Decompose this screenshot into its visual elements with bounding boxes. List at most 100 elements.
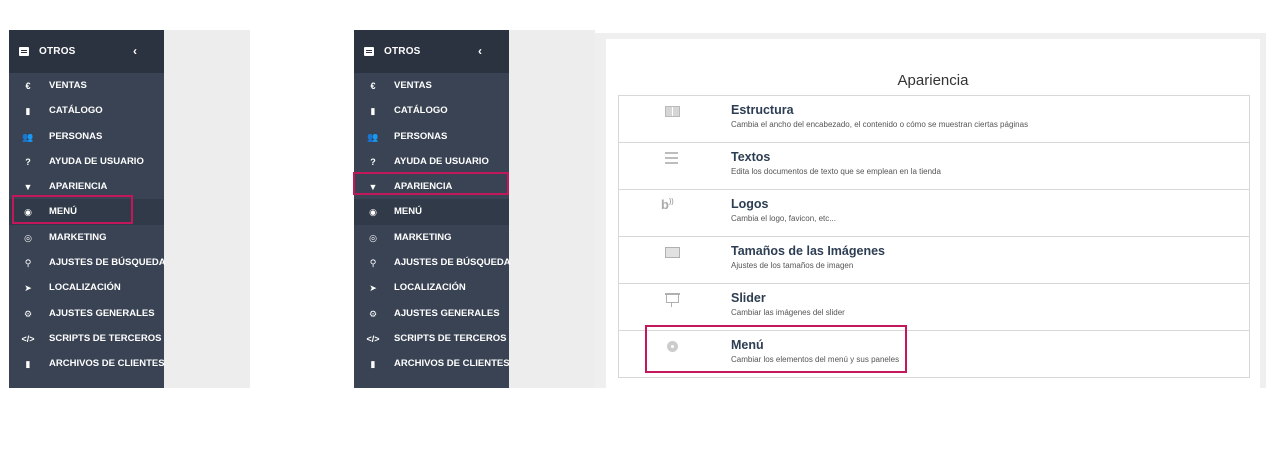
sidebar-header[interactable]: OTROS ‹ [9,30,164,73]
sidebar-item-label: PERSONAS [394,130,448,142]
sidebar-list: € VENTAS ▮ CATÁLOGO 👥 PERSONAS ? AYUDA DE US… [354,73,511,377]
sidebar-item-scripts[interactable]: </> SCRIPTS DE TERCEROS [9,326,164,351]
cogs-icon: ⚙ [23,308,33,319]
highlight-box-apariencia [353,172,509,195]
sidebar-item-label: ARCHIVOS DE CLIENTES [394,358,510,370]
layout-icon [665,106,680,117]
highlight-box-menu [12,195,133,224]
sidebar-item-label: AJUSTES GENERALES [49,307,155,319]
sidebar-item-label: CATÁLOGO [394,105,448,117]
option-description: Cambia el ancho del encabezado, el conte… [731,120,1029,129]
sidebar-item-label: MARKETING [49,231,107,243]
option-title[interactable]: Textos [731,150,770,164]
compass-icon: ◉ [369,207,377,218]
sidebar-header[interactable]: OTROS ‹ [354,30,509,73]
euro-icon: € [25,81,31,91]
target-icon: ◎ [369,232,377,243]
sidebar-item-ventas[interactable]: € VENTAS [9,73,164,98]
question-icon: ? [370,156,376,167]
chevron-left-icon[interactable]: ‹ [133,44,137,58]
image-icon [665,247,680,258]
sidebar-item-label: VENTAS [49,80,87,91]
sidebar-item-marketing[interactable]: ◎ MARKETING [9,225,164,250]
sidebar-item-ayuda[interactable]: ? AYUDA DE USUARIO [354,149,509,174]
sidebar-item-scripts[interactable]: </> SCRIPTS DE TERCEROS [354,326,509,351]
option-textos[interactable]: Textos Edita los documentos de texto que… [619,143,1249,190]
blog-logo-icon: b)) [661,197,674,212]
sidebar-item-ventas[interactable]: € VENTAS [354,73,509,98]
sidebar-item-localizacion[interactable]: ➤ LOCALIZACIÓN [9,275,164,300]
sidebar-item-label: VENTAS [394,80,432,91]
sidebar-item-ajustes-generales[interactable]: ⚙ AJUSTES GENERALES [9,301,164,326]
option-tamanos-imagenes[interactable]: Tamaños de las Imágenes Ajustes de los t… [619,237,1249,284]
text-lines-icon [665,152,678,164]
location-arrow-icon: ➤ [24,283,32,294]
users-icon: 👥 [22,131,34,142]
sidebar-header-title: OTROS [39,46,76,57]
sidebar-item-label: ARCHIVOS DE CLIENTES [49,358,165,370]
sidebar-item-catalogo[interactable]: ▮ CATÁLOGO [354,98,509,123]
paint-icon: ▼ [23,182,33,193]
book-icon: ▮ [370,106,376,117]
sidebar-panel-apariencia: OTROS ‹ € VENTAS ▮ CATÁLOGO 👥 PERSONAS ? AYU… [354,30,595,388]
sidebar-item-label: AJUSTES GENERALES [394,307,500,319]
file-icon: ▮ [25,359,31,370]
option-title[interactable]: Logos [731,197,769,211]
code-icon: </> [366,333,380,344]
page-title: Apariencia [897,72,969,89]
sidebar-item-archivos[interactable]: ▮ ARCHIVOS DE CLIENTES [354,351,510,376]
sidebar-item-busqueda[interactable]: ⚲ AJUSTES DE BÚSQUEDA [354,250,511,275]
sidebar-item-localizacion[interactable]: ➤ LOCALIZACIÓN [354,275,509,300]
option-estructura[interactable]: Estructura Cambia el ancho del encabezad… [619,96,1249,143]
option-logos[interactable]: b)) Logos Cambia el logo, favicon, etc..… [619,190,1249,237]
location-arrow-icon: ➤ [369,283,377,294]
sidebar-item-archivos[interactable]: ▮ ARCHIVOS DE CLIENTES [9,351,165,376]
sidebar-item-label: PERSONAS [49,130,103,142]
option-title[interactable]: Tamaños de las Imágenes [731,244,885,258]
euro-icon: € [370,81,376,91]
sidebar-item-personas[interactable]: 👥 PERSONAS [354,124,509,149]
sidebar-header-title: OTROS [384,46,421,57]
sidebar-item-busqueda[interactable]: ⚲ AJUSTES DE BÚSQUEDA [9,250,166,275]
sidebar-item-ayuda[interactable]: ? AYUDA DE USUARIO [9,149,164,174]
sidebar-item-label: SCRIPTS DE TERCEROS [49,332,162,344]
code-icon: </> [21,333,35,344]
option-title[interactable]: Estructura [731,103,794,117]
sidebar-item-personas[interactable]: 👥 PERSONAS [9,124,164,149]
target-icon: ◎ [24,232,32,243]
presentation-icon [665,293,680,307]
sidebar-item-ajustes-generales[interactable]: ⚙ AJUSTES GENERALES [354,301,509,326]
option-title[interactable]: Slider [731,291,766,305]
sidebar-item-label: MARKETING [394,231,452,243]
option-description: Edita los documentos de texto que se emp… [731,167,941,176]
sidebar-item-label: MENÚ [394,206,422,218]
sidebar-item-label: AYUDA DE USUARIO [49,155,144,167]
sidebar-item-label: SCRIPTS DE TERCEROS [394,332,507,344]
sidebar-item-label: LOCALIZACIÓN [394,282,466,294]
sidebar-item-label: CATÁLOGO [49,105,103,117]
sidebar-list: € VENTAS ▮ CATÁLOGO 👥 PERSONAS ? AYUDA DE US… [9,73,166,377]
sidebar-item-marketing[interactable]: ◎ MARKETING [354,225,509,250]
option-description: Cambia el logo, favicon, etc... [731,214,836,223]
file-icon: ▮ [370,359,376,370]
chevron-left-icon[interactable]: ‹ [478,44,482,58]
sidebar-item-label: LOCALIZACIÓN [49,282,121,294]
search-icon: ⚲ [24,258,32,269]
option-description: Ajustes de los tamaños de imagen [731,261,854,270]
book-icon: ▮ [25,106,31,117]
search-icon: ⚲ [369,258,377,269]
sidebar-item-label: AJUSTES DE BÚSQUEDA [49,257,166,269]
question-icon: ? [25,156,31,167]
list-icon [364,47,374,56]
sidebar-item-catalogo[interactable]: ▮ CATÁLOGO [9,98,164,123]
sidebar-item-label: AYUDA DE USUARIO [394,155,489,167]
option-description: Cambiar las imágenes del slider [731,308,845,317]
option-slider[interactable]: Slider Cambiar las imágenes del slider [619,284,1249,331]
sidebar-item-label: AJUSTES DE BÚSQUEDA [394,257,511,269]
sidebar-item-menu[interactable]: ◉ MENÚ [354,199,509,225]
list-icon [19,47,29,56]
sidebar-item-label: APARIENCIA [49,181,108,193]
sidebar: OTROS ‹ € VENTAS ▮ CATÁLOGO 👥 PERSONAS ? AYU… [354,30,511,388]
highlight-box-menu-option [645,325,907,373]
cogs-icon: ⚙ [368,308,378,319]
